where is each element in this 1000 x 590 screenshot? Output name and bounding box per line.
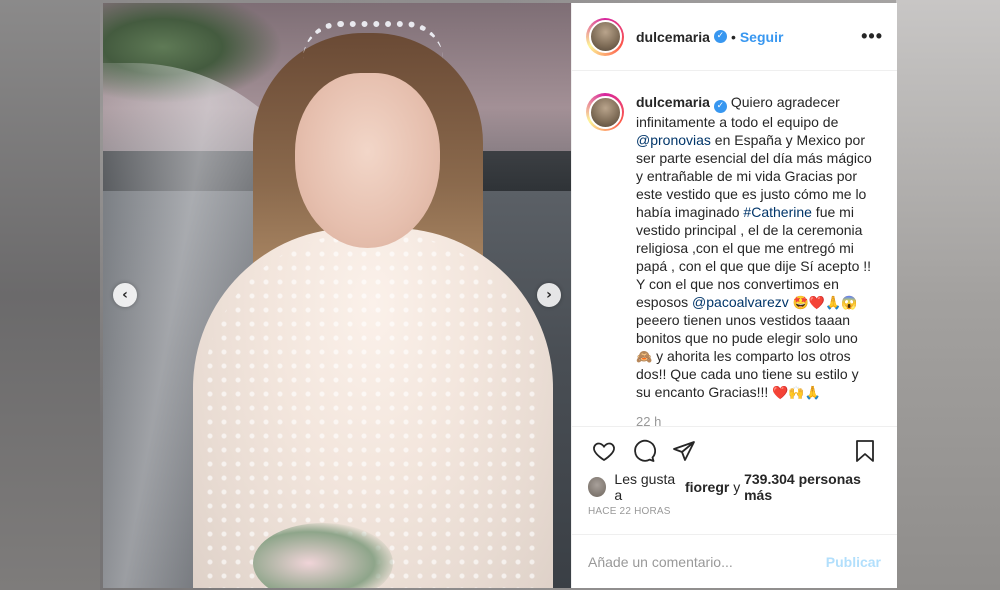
post-photo: ‹ › (103, 3, 571, 588)
liker-avatar[interactable] (588, 477, 607, 497)
mention-link[interactable]: @pacoalvarezv (692, 294, 789, 310)
emoji: ❤️🙌🙏 (772, 385, 821, 400)
post-header: dulcemaria ✓ • Seguir ••• (572, 3, 897, 71)
heart-icon (593, 442, 615, 461)
carousel-next-button[interactable]: › (537, 283, 561, 307)
caption-time[interactable]: 22 h (636, 413, 876, 426)
avatar-image (588, 95, 622, 129)
post-modal: ‹ › dulcemaria ✓ • Seguir ••• dulcemaria… (103, 3, 897, 588)
add-comment-form: Publicar (572, 534, 897, 588)
caption-avatar[interactable] (586, 93, 624, 131)
comments-area: dulcemaria ✓ Quiero agradecer infinitamen… (572, 71, 897, 426)
post-timestamp[interactable]: HACE 22 HORAS (572, 500, 897, 534)
caption-username[interactable]: dulcemaria (636, 94, 710, 110)
photo-tiara (303, 21, 443, 59)
emoji: 🤩❤️🙏😱 (792, 295, 858, 310)
verified-badge-icon: ✓ (713, 100, 727, 113)
likes-middle: y (733, 479, 741, 495)
avatar[interactable] (586, 17, 624, 56)
paper-plane-icon (673, 440, 695, 461)
separator-dot: • (730, 28, 736, 45)
share-button[interactable] (664, 431, 704, 471)
backdrop-right (896, 0, 1000, 590)
chevron-left-icon: ‹ (122, 287, 128, 303)
mention-link[interactable]: @pronovias (636, 132, 711, 148)
save-button[interactable] (845, 431, 885, 471)
bookmark-icon (856, 439, 874, 462)
emoji: 🙈 (636, 349, 653, 364)
follow-button[interactable]: Seguir (740, 29, 784, 45)
comment-icon (634, 439, 656, 462)
more-options-icon[interactable]: ••• (861, 26, 883, 47)
avatar-image (588, 20, 622, 53)
chevron-right-icon: › (546, 287, 552, 303)
likes-count[interactable]: 739.304 personas más (744, 471, 881, 503)
likes-summary: Les gusta a fioregr y 739.304 personas m… (572, 471, 897, 503)
liker-username[interactable]: fioregr (685, 479, 729, 495)
comment-button[interactable] (624, 431, 664, 471)
publish-button[interactable]: Publicar (826, 554, 881, 570)
username-link[interactable]: dulcemaria (636, 29, 710, 45)
photo-face (295, 73, 440, 248)
verified-badge-icon: ✓ (713, 30, 727, 43)
likes-prefix: Les gusta a (614, 471, 676, 503)
hashtag-link[interactable]: #Catherine (743, 204, 812, 220)
caption-text: dulcemaria ✓ Quiero agradecer infinitamen… (636, 93, 876, 426)
comment-input[interactable] (588, 553, 826, 570)
caption-segment: peeero tienen unos vestidos taaan bonito… (636, 312, 858, 346)
caption: dulcemaria ✓ Quiero agradecer infinitamen… (586, 93, 883, 426)
caption-segment: y ahorita les comparto los otros dos!! Q… (636, 348, 859, 400)
like-button[interactable] (584, 431, 624, 471)
carousel-prev-button[interactable]: ‹ (113, 283, 137, 307)
post-sidebar: dulcemaria ✓ • Seguir ••• dulcemaria ✓ Qu… (571, 3, 897, 588)
action-bar (572, 426, 897, 474)
backdrop-left (0, 0, 100, 590)
